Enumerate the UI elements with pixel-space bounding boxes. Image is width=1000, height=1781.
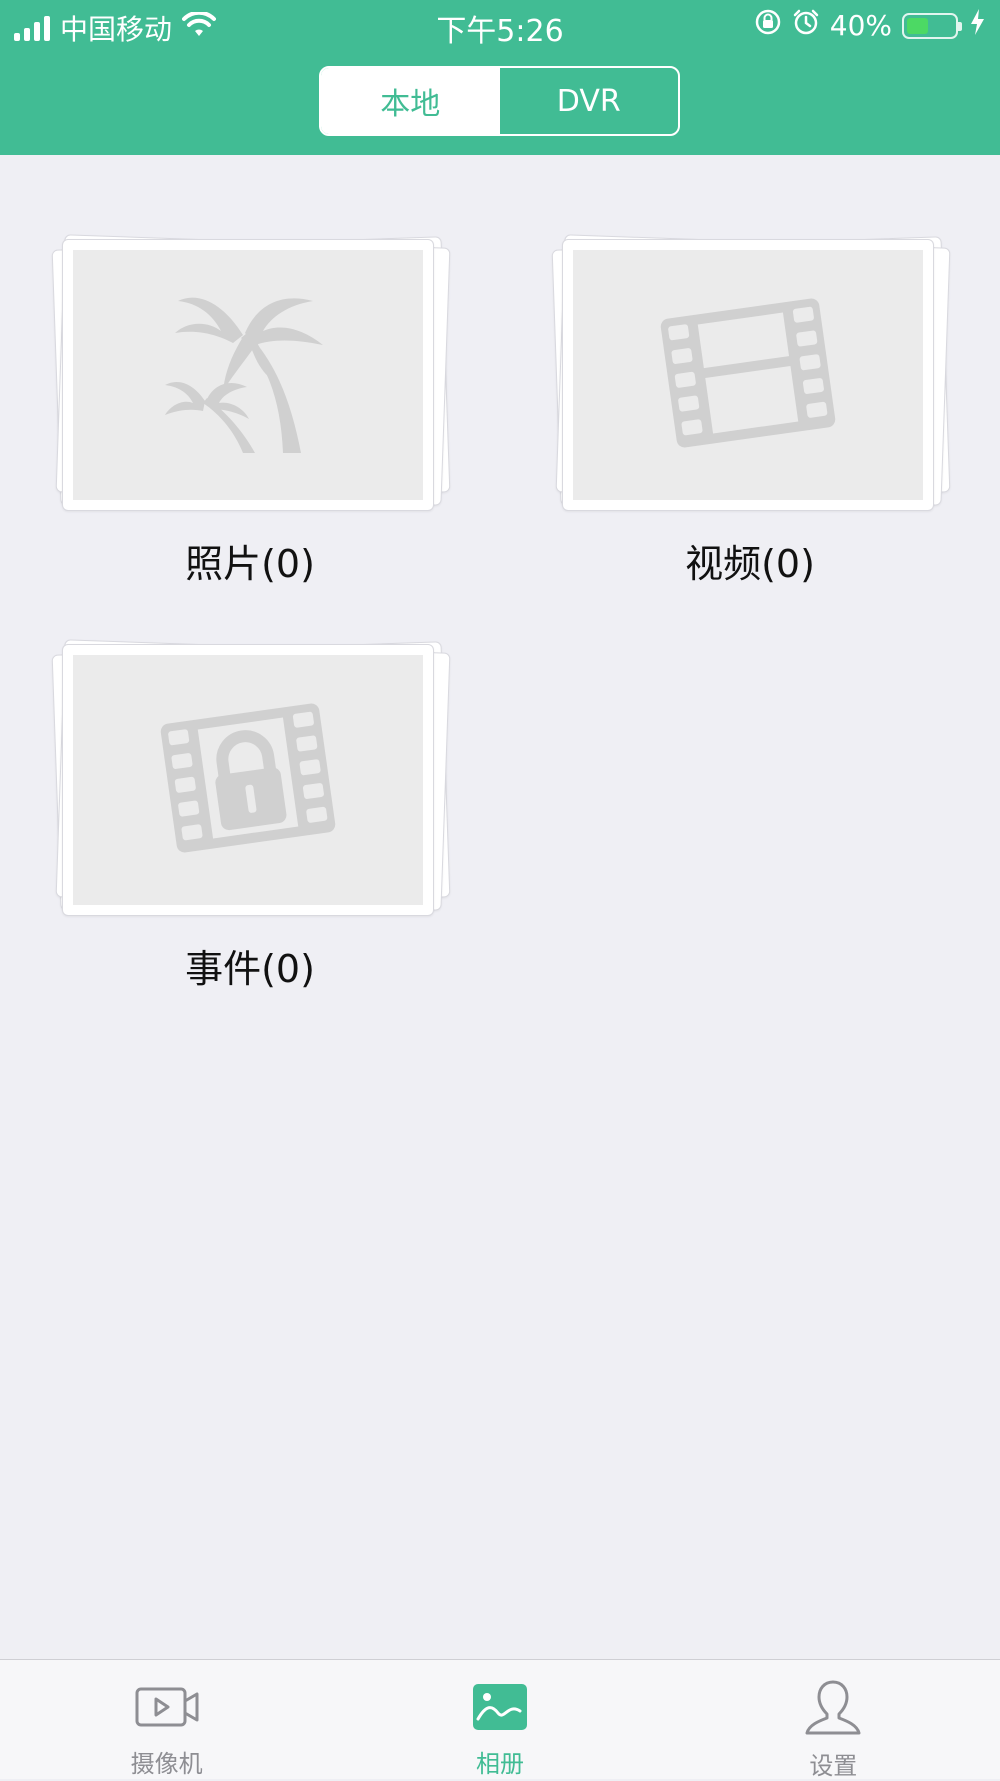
tab-label: 设置	[809, 1752, 858, 1780]
bottom-tab-bar: 摄像机 相册 设置	[0, 1659, 1000, 1780]
tab-label: 相册	[475, 1750, 524, 1778]
album-icon	[472, 1683, 528, 1735]
status-right: 40%	[754, 8, 986, 43]
album-photos[interactable]: 照片(0)	[50, 225, 451, 605]
palm-tree-icon	[163, 283, 333, 467]
tab-album[interactable]: 相册	[333, 1660, 666, 1779]
album-label: 照片(0)	[185, 542, 315, 586]
album-label: 事件(0)	[185, 947, 315, 991]
segment-local[interactable]: 本地	[321, 68, 500, 134]
tab-settings[interactable]: 设置	[667, 1660, 1000, 1780]
status-bar: 中国移动 下午5:26 40%	[0, 0, 1000, 50]
film-strip-icon	[653, 288, 843, 462]
video-camera-icon	[134, 1685, 200, 1733]
tab-label: 摄像机	[130, 1750, 203, 1778]
album-videos[interactable]: 视频(0)	[550, 225, 951, 605]
album-label: 视频(0)	[685, 542, 815, 586]
locked-film-icon	[153, 693, 343, 867]
album-thumbnail	[50, 225, 451, 525]
segment-dvr[interactable]: DVR	[500, 68, 679, 134]
alarm-icon	[792, 8, 820, 43]
orientation-lock-icon	[754, 8, 782, 43]
charging-icon	[968, 8, 986, 43]
battery-percent: 40%	[829, 9, 892, 42]
source-segmented-control: 本地 DVR	[319, 66, 680, 136]
battery-icon	[902, 12, 962, 39]
tab-camera[interactable]: 摄像机	[0, 1660, 333, 1779]
user-icon	[803, 1678, 863, 1742]
album-events[interactable]: 事件(0)	[50, 630, 451, 1010]
album-thumbnail	[550, 225, 951, 525]
album-thumbnail	[50, 630, 451, 930]
top-header: 中国移动 下午5:26 40% 本地 DVR	[0, 0, 1000, 155]
